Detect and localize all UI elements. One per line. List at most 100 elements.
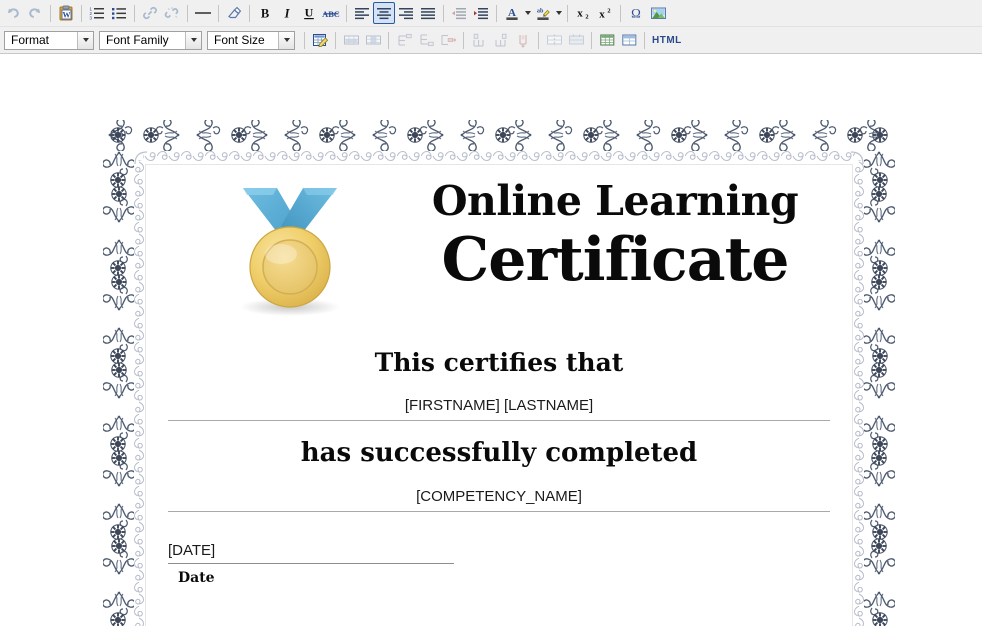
toolbar-separator — [134, 4, 135, 22]
toolbar-separator — [187, 4, 188, 22]
date-rule — [168, 563, 454, 564]
special-character-icon[interactable]: Ω — [625, 2, 647, 24]
delete-row-icon[interactable] — [437, 29, 459, 51]
link-icon[interactable] — [139, 2, 161, 24]
format-select[interactable]: Format — [4, 30, 94, 50]
chevron-down-icon — [185, 31, 201, 49]
certificate-title-line1: Online Learning — [431, 177, 799, 225]
insert-row-before-icon[interactable] — [393, 29, 415, 51]
certificate-body: This certifies that [FIRSTNAME] [LASTNAM… — [145, 348, 853, 587]
font-family-select-value: Font Family — [106, 33, 169, 47]
toolbar-separator — [249, 4, 250, 22]
svg-text:W: W — [63, 11, 71, 20]
remove-formatting-icon[interactable] — [223, 2, 245, 24]
toolbar-separator — [463, 31, 464, 49]
svg-text:x: x — [577, 8, 583, 20]
certificate-content: Online Learning Certificate This certifi… — [145, 164, 853, 626]
chevron-down-icon — [278, 31, 294, 49]
certificate-header: Online Learning Certificate — [145, 164, 853, 334]
align-left-icon[interactable] — [351, 2, 373, 24]
toolbar-separator — [304, 31, 305, 49]
date-block: [DATE] Date — [168, 541, 454, 587]
editor-toolbar: W 1 2 3 B I U ABC A ab x 2 x 2 Ω Format … — [0, 0, 982, 54]
date-label: Date — [178, 570, 215, 586]
font-size-select[interactable]: Font Size — [207, 30, 295, 50]
recipient-name: [FIRSTNAME] [LASTNAME] — [404, 397, 594, 414]
competency-name-rule — [168, 511, 830, 512]
bulleted-list-icon[interactable] — [108, 2, 130, 24]
toolbar-separator — [538, 31, 539, 49]
svg-text:x: x — [599, 8, 605, 20]
align-right-icon[interactable] — [395, 2, 417, 24]
paste-from-word-icon[interactable]: W — [55, 2, 77, 24]
text-color-icon[interactable]: A — [501, 2, 523, 24]
table-row-properties-icon[interactable] — [340, 29, 362, 51]
toolbar-separator — [496, 4, 497, 22]
numbered-list-icon[interactable]: 1 2 3 — [86, 2, 108, 24]
insert-row-after-icon[interactable] — [415, 29, 437, 51]
insert-image-icon[interactable] — [647, 2, 669, 24]
toolbar-row-formatting: W 1 2 3 B I U ABC A ab x 2 x 2 Ω — [0, 0, 982, 26]
certifies-text: This certifies that — [374, 348, 624, 377]
toolbar-separator — [567, 4, 568, 22]
svg-text:B: B — [261, 7, 269, 21]
editor-content-area[interactable]: Online Learning Certificate This certifi… — [0, 54, 982, 626]
format-select-value: Format — [11, 33, 50, 47]
superscript-icon[interactable]: x2 — [594, 2, 616, 24]
insert-column-after-icon[interactable] — [490, 29, 512, 51]
svg-text:2: 2 — [585, 14, 588, 21]
indent-icon[interactable] — [470, 2, 492, 24]
award-medal-icon — [219, 174, 361, 319]
split-cells-icon[interactable] — [543, 29, 565, 51]
background-color-icon[interactable]: ab — [532, 2, 554, 24]
date-value: [DATE] — [168, 542, 216, 559]
bold-icon[interactable]: B — [254, 2, 276, 24]
toolbar-row-table: Format Font Family Font Size HTML — [0, 26, 982, 53]
outdent-icon[interactable] — [448, 2, 470, 24]
undo-icon[interactable] — [2, 2, 24, 24]
delete-column-icon[interactable] — [512, 29, 534, 51]
toolbar-separator — [81, 4, 82, 22]
table-properties-icon[interactable] — [618, 29, 640, 51]
html-source-button[interactable]: HTML — [649, 29, 685, 51]
align-justify-icon[interactable] — [417, 2, 439, 24]
strikethrough-icon[interactable]: ABC — [320, 2, 342, 24]
svg-text:ab: ab — [537, 8, 544, 15]
toolbar-separator — [443, 4, 444, 22]
toolbar-separator — [218, 4, 219, 22]
toolbar-separator — [620, 4, 621, 22]
certificate-title-block: Online Learning Certificate — [400, 177, 830, 295]
toolbar-separator — [346, 4, 347, 22]
italic-icon[interactable]: I — [276, 2, 298, 24]
toolbar-separator — [591, 31, 592, 49]
toolbar-separator — [335, 31, 336, 49]
align-center-icon[interactable] — [373, 2, 395, 24]
svg-text:U: U — [305, 6, 314, 20]
subscript-icon[interactable]: x2 — [572, 2, 594, 24]
svg-text:Ω: Ω — [631, 6, 641, 21]
unlink-icon[interactable] — [161, 2, 183, 24]
horizontal-rule-icon[interactable] — [192, 2, 214, 24]
font-family-select[interactable]: Font Family — [99, 30, 202, 50]
merge-cells-icon[interactable] — [565, 29, 587, 51]
svg-text:3: 3 — [90, 16, 93, 21]
insert-column-before-icon[interactable] — [468, 29, 490, 51]
table-cell-properties-icon[interactable] — [362, 29, 384, 51]
edit-table-icon[interactable] — [309, 29, 331, 51]
svg-text:I: I — [284, 7, 291, 21]
ornamental-border-top — [103, 120, 895, 151]
certificate-document: Online Learning Certificate This certifi… — [103, 120, 895, 626]
ornamental-border-left — [103, 120, 134, 626]
ornamental-border-right — [864, 120, 895, 626]
toolbar-separator — [388, 31, 389, 49]
redo-icon[interactable] — [24, 2, 46, 24]
certificate-title-line2: Certificate — [441, 225, 790, 295]
font-size-select-value: Font Size — [214, 33, 265, 47]
svg-text:2: 2 — [607, 7, 610, 14]
chevron-down-icon — [77, 31, 93, 49]
text-color-dropdown-arrow[interactable] — [523, 2, 532, 24]
toolbar-separator — [644, 31, 645, 49]
underline-icon[interactable]: U — [298, 2, 320, 24]
background-color-dropdown-arrow[interactable] — [554, 2, 563, 24]
insert-table-icon[interactable] — [596, 29, 618, 51]
